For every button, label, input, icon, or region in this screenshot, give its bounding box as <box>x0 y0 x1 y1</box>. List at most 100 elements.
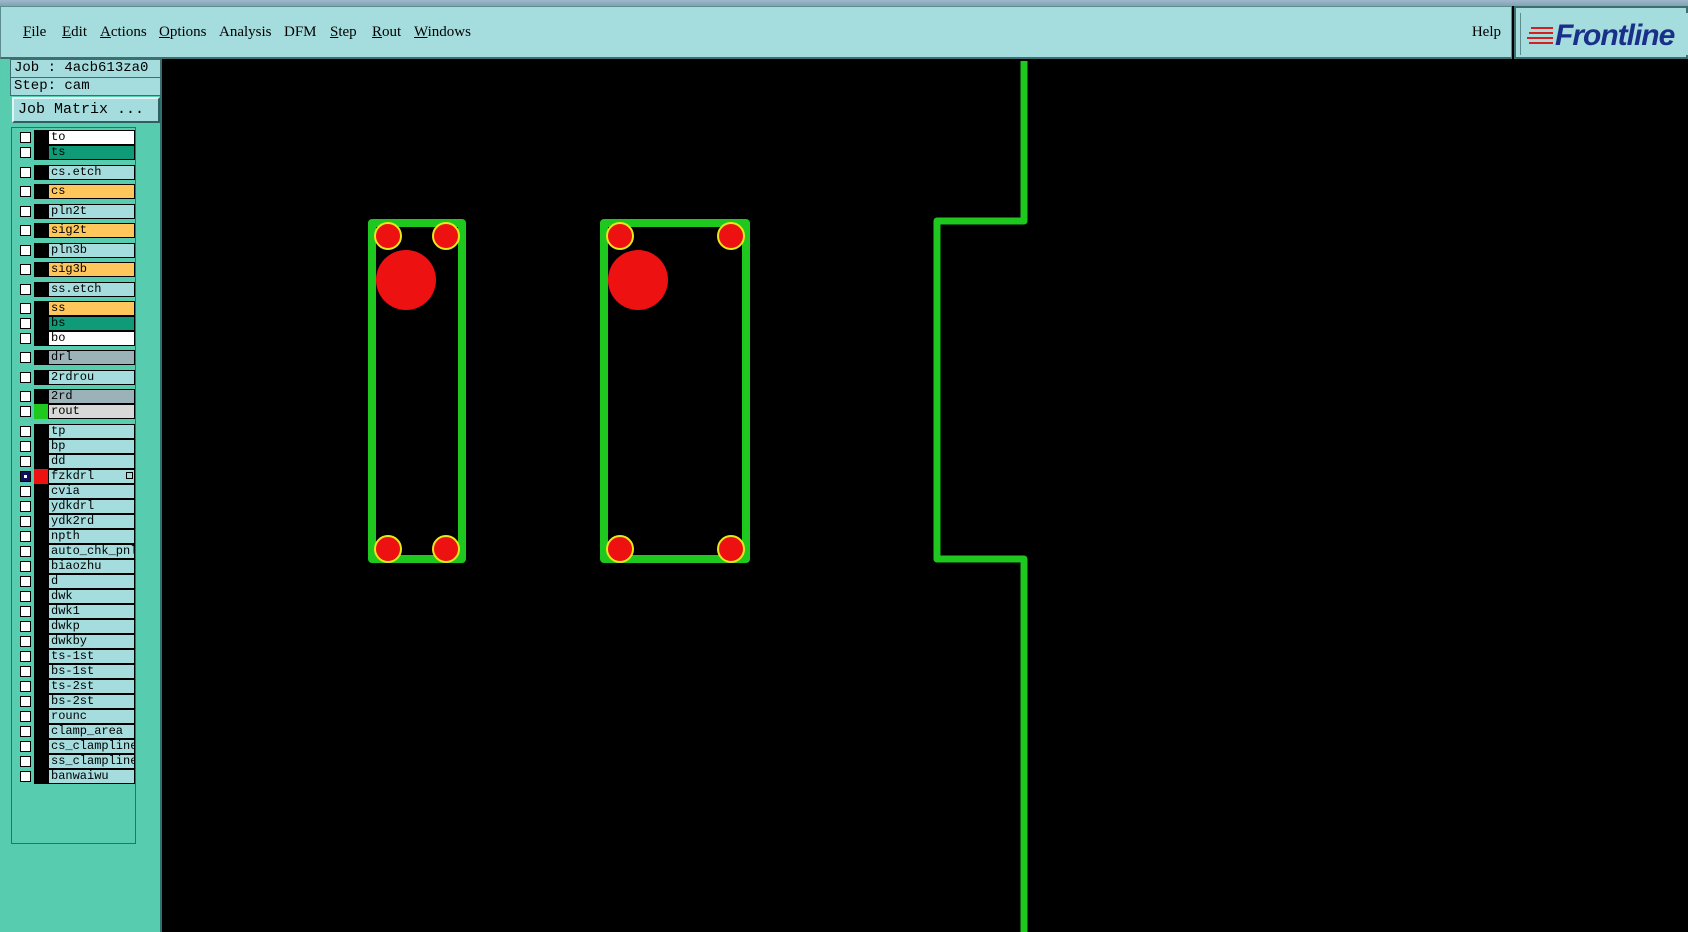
layer-row-ss[interactable]: ss <box>15 301 135 316</box>
layer-checkbox[interactable] <box>20 666 31 677</box>
layer-checkbox[interactable] <box>20 206 31 217</box>
layer-name[interactable]: sig2t <box>48 223 135 238</box>
layer-row-cs-etch[interactable]: cs.etch <box>15 165 135 180</box>
layer-row-auto-chk-pnl[interactable]: auto_chk_pnl <box>15 544 135 559</box>
layer-row-ss-clampline[interactable]: ss_clampline <box>15 754 135 769</box>
layer-checkbox[interactable] <box>20 441 31 452</box>
layer-name[interactable]: bs <box>48 316 135 331</box>
layer-display-swatch[interactable] <box>34 243 48 258</box>
layer-display-swatch[interactable] <box>34 589 48 604</box>
layer-display-swatch[interactable] <box>34 709 48 724</box>
layer-name[interactable]: cs_clampline <box>48 739 135 754</box>
layer-display-swatch[interactable] <box>34 316 48 331</box>
layer-name[interactable]: 2rdrou <box>48 370 135 385</box>
layer-checkbox[interactable] <box>20 591 31 602</box>
menu-windows[interactable]: Windows <box>414 24 471 41</box>
layer-checkbox[interactable] <box>20 711 31 722</box>
layer-checkbox[interactable] <box>20 456 31 467</box>
layer-row-rout[interactable]: rout <box>15 404 135 419</box>
layer-row-ts-1st[interactable]: ts-1st <box>15 649 135 664</box>
layer-checkbox[interactable] <box>20 516 31 527</box>
layer-display-swatch[interactable] <box>34 331 48 346</box>
layer-display-swatch[interactable] <box>34 301 48 316</box>
layer-name[interactable]: rounc <box>48 709 135 724</box>
layer-row-cs[interactable]: cs <box>15 184 135 199</box>
layer-checkbox[interactable] <box>20 372 31 383</box>
layer-name[interactable]: fzkdrl <box>48 469 135 484</box>
layer-checkbox[interactable] <box>20 651 31 662</box>
layer-row-2rdrou[interactable]: 2rdrou <box>15 370 135 385</box>
layer-display-swatch[interactable] <box>34 145 48 160</box>
layer-name[interactable]: d <box>48 574 135 589</box>
layer-name[interactable]: dd <box>48 454 135 469</box>
layer-row-rounc[interactable]: rounc <box>15 709 135 724</box>
layer-name[interactable]: clamp_area <box>48 724 135 739</box>
layer-row-ydk2rd[interactable]: ydk2rd <box>15 514 135 529</box>
layer-display-swatch[interactable] <box>34 454 48 469</box>
layer-name[interactable]: dwk <box>48 589 135 604</box>
layer-name[interactable]: 2rd <box>48 389 135 404</box>
layer-display-swatch[interactable] <box>34 529 48 544</box>
layer-display-swatch[interactable] <box>34 619 48 634</box>
layer-checkbox[interactable] <box>20 264 31 275</box>
layer-row-banwaiwu[interactable]: banwaiwu <box>15 769 135 784</box>
job-matrix-button[interactable]: Job Matrix ... <box>12 97 160 123</box>
layer-checkbox[interactable] <box>20 352 31 363</box>
layer-name[interactable]: pln3b <box>48 243 135 258</box>
layer-row-cs-clampline[interactable]: cs_clampline <box>15 739 135 754</box>
layer-row-dwkp[interactable]: dwkp <box>15 619 135 634</box>
layer-display-swatch[interactable] <box>34 389 48 404</box>
layer-name[interactable]: cs <box>48 184 135 199</box>
layer-display-swatch[interactable] <box>34 469 48 484</box>
layer-name[interactable]: bs-2st <box>48 694 135 709</box>
layer-row-npth[interactable]: npth <box>15 529 135 544</box>
layer-name[interactable]: pln2t <box>48 204 135 219</box>
layer-checkbox[interactable] <box>20 501 31 512</box>
layer-name[interactable]: bp <box>48 439 135 454</box>
layer-name[interactable]: ss_clampline <box>48 754 135 769</box>
layer-display-swatch[interactable] <box>34 424 48 439</box>
layer-checkbox[interactable] <box>20 132 31 143</box>
layer-row-dwkby[interactable]: dwkby <box>15 634 135 649</box>
menu-edit[interactable]: Edit <box>62 24 87 41</box>
layer-name[interactable]: sig3b <box>48 262 135 277</box>
menu-file[interactable]: File <box>23 24 46 41</box>
layer-display-swatch[interactable] <box>34 370 48 385</box>
menu-rout[interactable]: Rout <box>372 24 401 41</box>
layer-display-swatch[interactable] <box>34 184 48 199</box>
layer-checkbox[interactable] <box>20 726 31 737</box>
layer-row-bs-2st[interactable]: bs-2st <box>15 694 135 709</box>
layer-checkbox[interactable] <box>20 756 31 767</box>
layer-checkbox[interactable] <box>20 771 31 782</box>
layer-name[interactable]: ts-1st <box>48 649 135 664</box>
layer-name[interactable]: cvia <box>48 484 135 499</box>
layer-checkbox[interactable] <box>20 303 31 314</box>
layer-row-bs-1st[interactable]: bs-1st <box>15 664 135 679</box>
menu-step[interactable]: Step <box>330 24 357 41</box>
layer-checkbox[interactable] <box>20 147 31 158</box>
layer-checkbox[interactable] <box>20 225 31 236</box>
layer-row-tp[interactable]: tp <box>15 424 135 439</box>
layer-row-d[interactable]: d <box>15 574 135 589</box>
layer-row-drl[interactable]: drl <box>15 350 135 365</box>
layer-checkbox[interactable] <box>20 741 31 752</box>
layer-row-sig3b[interactable]: sig3b <box>15 262 135 277</box>
layer-checkbox[interactable] <box>20 696 31 707</box>
menu-help[interactable]: Help <box>1472 24 1501 41</box>
layer-name[interactable]: dwk1 <box>48 604 135 619</box>
layer-checkbox[interactable] <box>20 333 31 344</box>
layer-name[interactable]: ts-2st <box>48 679 135 694</box>
layer-checkbox[interactable] <box>20 636 31 647</box>
layer-checkbox[interactable] <box>20 167 31 178</box>
layer-row-cvia[interactable]: cvia <box>15 484 135 499</box>
layer-name[interactable]: to <box>48 130 135 145</box>
layer-display-swatch[interactable] <box>34 679 48 694</box>
layer-checkbox[interactable] <box>20 561 31 572</box>
layer-name[interactable]: biaozhu <box>48 559 135 574</box>
layer-row-ts-2st[interactable]: ts-2st <box>15 679 135 694</box>
layer-row-bp[interactable]: bp <box>15 439 135 454</box>
layer-display-swatch[interactable] <box>34 724 48 739</box>
layer-display-swatch[interactable] <box>34 282 48 297</box>
layer-row-pln3b[interactable]: pln3b <box>15 243 135 258</box>
layer-name[interactable]: auto_chk_pnl <box>48 544 135 559</box>
